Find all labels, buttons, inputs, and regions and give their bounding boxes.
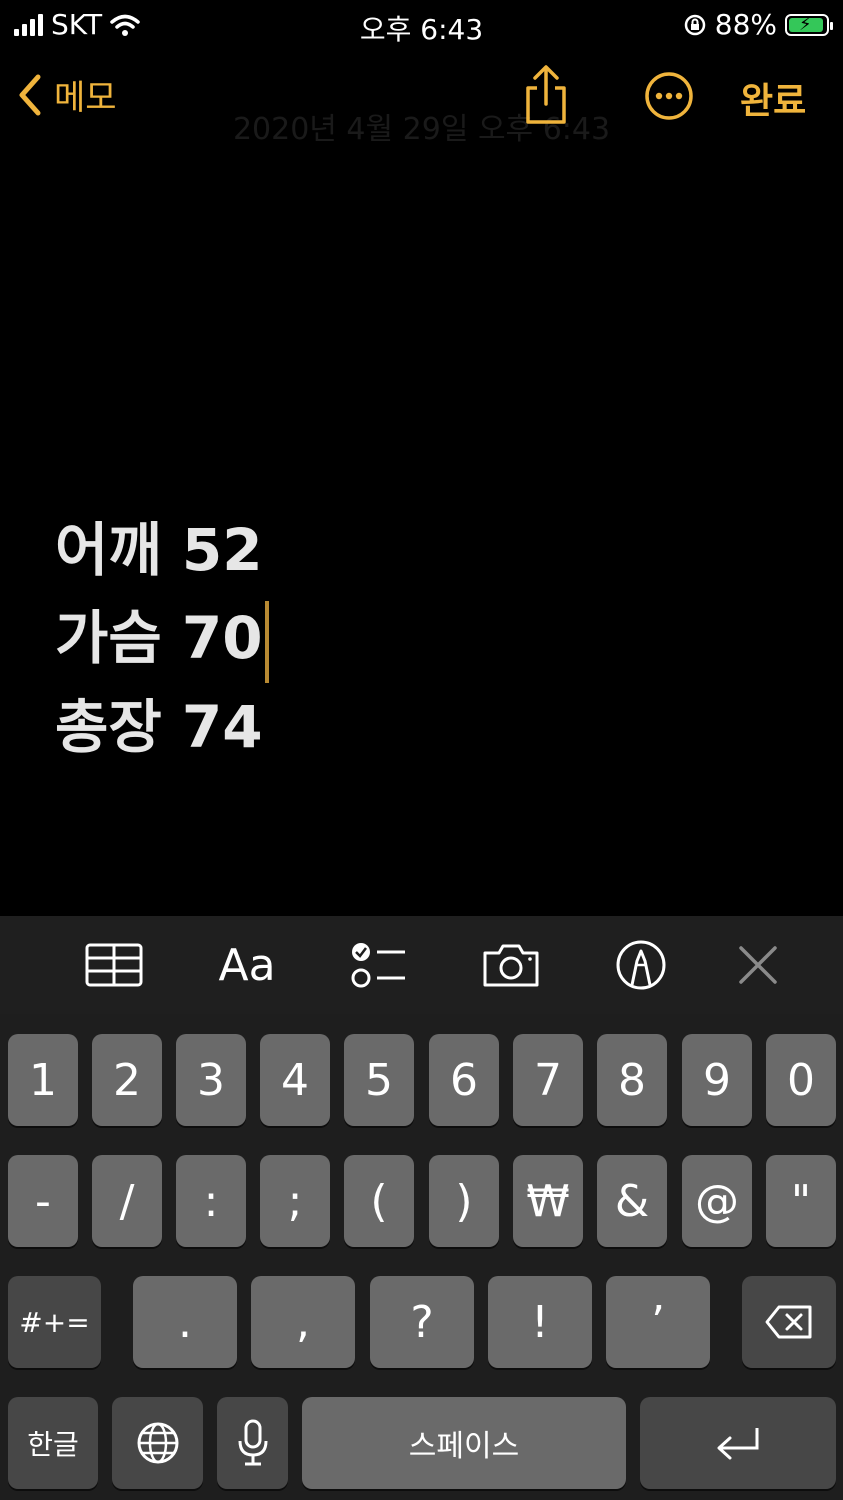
dictation-key[interactable] — [217, 1397, 288, 1489]
backspace-key[interactable] — [742, 1276, 836, 1368]
key-quote[interactable]: " — [766, 1155, 836, 1247]
key-7[interactable]: 7 — [513, 1034, 583, 1126]
key-apostrophe[interactable]: ’ — [606, 1276, 710, 1368]
text-cursor — [264, 600, 269, 683]
key-colon[interactable]: : — [176, 1155, 246, 1247]
close-icon — [739, 946, 777, 984]
key-period[interactable]: . — [133, 1276, 237, 1368]
note-body[interactable]: 어깨 52 가슴 70 총장 74 — [55, 506, 269, 771]
symbols-shift-key[interactable]: #+= — [8, 1276, 101, 1368]
done-button[interactable]: 완료 — [740, 72, 806, 124]
key-close-paren[interactable]: ) — [429, 1155, 499, 1247]
key-2[interactable]: 2 — [92, 1034, 162, 1126]
markup-button[interactable] — [614, 940, 668, 990]
note-line[interactable]: 어깨 52 — [55, 506, 269, 594]
space-key[interactable]: 스페이스 — [302, 1397, 626, 1489]
checklist-button[interactable] — [348, 940, 408, 990]
note-line[interactable]: 가슴 70 — [55, 594, 269, 683]
language-key[interactable]: 한글 — [8, 1397, 98, 1489]
orientation-lock-icon — [684, 14, 706, 35]
key-8[interactable]: 8 — [597, 1034, 667, 1126]
battery-icon: ⚡ — [785, 13, 833, 36]
navigation-bar: 메모 2020년 4월 29일 오후 6:43 완료 — [0, 60, 843, 147]
keyboard: 1 2 3 4 5 6 7 8 9 0 - / : ; ( ) ₩ & @ " … — [0, 1014, 843, 1500]
key-semicolon[interactable]: ; — [260, 1155, 330, 1247]
key-6[interactable]: 6 — [429, 1034, 499, 1126]
key-slash[interactable]: / — [92, 1155, 162, 1247]
note-line[interactable]: 총장 74 — [55, 683, 269, 771]
key-open-paren[interactable]: ( — [344, 1155, 414, 1247]
markup-pen-icon — [616, 940, 666, 990]
more-icon — [645, 72, 693, 120]
return-icon — [717, 1428, 759, 1460]
share-button[interactable] — [520, 64, 572, 130]
format-toolbar: Aa — [0, 916, 843, 1014]
text-style-button[interactable]: Aa — [214, 940, 280, 991]
key-hyphen[interactable]: - — [8, 1155, 78, 1247]
microphone-icon — [238, 1419, 267, 1466]
backspace-icon — [765, 1305, 812, 1339]
status-right: 88% ⚡ — [683, 8, 833, 41]
globe-key[interactable] — [112, 1397, 203, 1489]
share-icon — [526, 65, 566, 124]
table-icon — [85, 943, 143, 987]
status-bar: SKT 오후 6:43 88% ⚡ — [0, 0, 843, 48]
key-question[interactable]: ? — [370, 1276, 474, 1368]
close-toolbar-button[interactable] — [736, 940, 780, 990]
more-button[interactable] — [643, 70, 695, 126]
camera-icon — [483, 944, 539, 987]
note-date: 2020년 4월 29일 오후 6:43 — [232, 112, 611, 147]
key-1[interactable]: 1 — [8, 1034, 78, 1126]
table-button[interactable] — [84, 940, 144, 990]
key-won[interactable]: ₩ — [513, 1155, 583, 1247]
key-0[interactable]: 0 — [766, 1034, 836, 1126]
key-9[interactable]: 9 — [682, 1034, 752, 1126]
note-line-text[interactable]: 가슴 70 — [55, 604, 263, 672]
key-exclamation[interactable]: ! — [488, 1276, 592, 1368]
return-key[interactable] — [640, 1397, 836, 1489]
key-comma[interactable]: , — [251, 1276, 355, 1368]
globe-icon — [137, 1422, 178, 1464]
key-ampersand[interactable]: & — [597, 1155, 667, 1247]
camera-button[interactable] — [480, 940, 542, 990]
key-3[interactable]: 3 — [176, 1034, 246, 1126]
key-at[interactable]: @ — [682, 1155, 752, 1247]
key-5[interactable]: 5 — [344, 1034, 414, 1126]
battery-percent: 88% — [714, 8, 777, 41]
key-4[interactable]: 4 — [260, 1034, 330, 1126]
checklist-icon — [351, 943, 405, 988]
